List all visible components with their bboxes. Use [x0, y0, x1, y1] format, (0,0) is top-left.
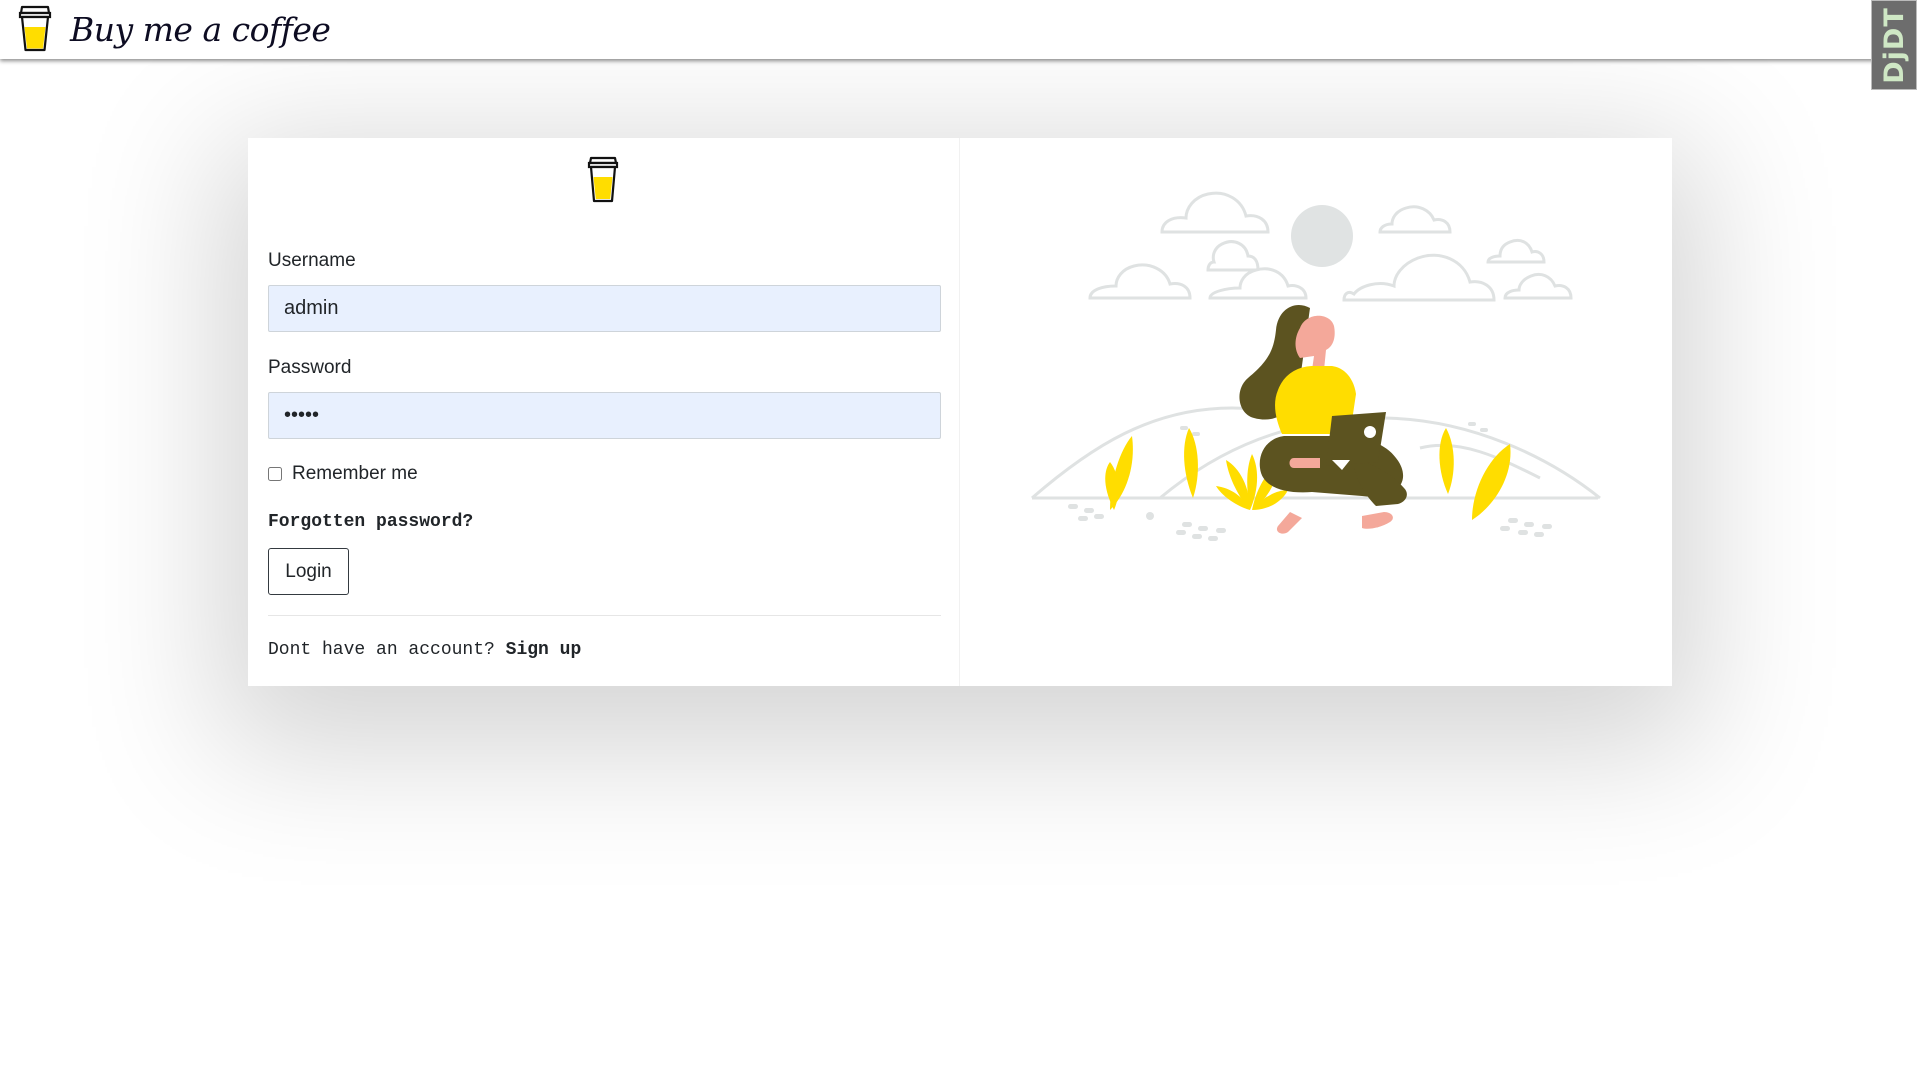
remember-me-row: Remember me	[268, 463, 418, 485]
illustration-panel	[959, 138, 1672, 686]
forgot-password-link[interactable]: Forgotten password?	[268, 512, 473, 532]
signup-link[interactable]: Sign up	[506, 640, 582, 660]
sun-icon	[1291, 205, 1353, 267]
brand-text: Buy me a coffee	[70, 9, 331, 49]
coffee-cup-icon	[587, 156, 619, 203]
coffee-cup-icon	[18, 5, 52, 52]
debug-toolbar-label: DjDT	[1878, 6, 1910, 84]
password-input[interactable]	[268, 392, 941, 439]
woman-with-laptop-illustration	[1031, 191, 1601, 541]
divider	[268, 615, 941, 616]
signup-prefix: Dont have an account?	[268, 640, 495, 660]
debug-toolbar-handle[interactable]: DjDT	[1871, 0, 1917, 90]
remember-me-checkbox[interactable]	[268, 467, 282, 481]
remember-me-label: Remember me	[292, 463, 418, 484]
username-input[interactable]	[268, 285, 941, 332]
login-button[interactable]: Login	[268, 548, 349, 595]
login-card: Username Password Remember me Forgotten …	[248, 138, 1672, 686]
brand-link[interactable]: Buy me a coffee	[18, 0, 331, 58]
password-label: Password	[268, 357, 352, 378]
username-label: Username	[268, 250, 356, 271]
top-navbar: Buy me a coffee	[0, 0, 1917, 59]
login-panel: Username Password Remember me Forgotten …	[248, 138, 959, 686]
signup-row: Dont have an account? Sign up	[268, 640, 581, 660]
